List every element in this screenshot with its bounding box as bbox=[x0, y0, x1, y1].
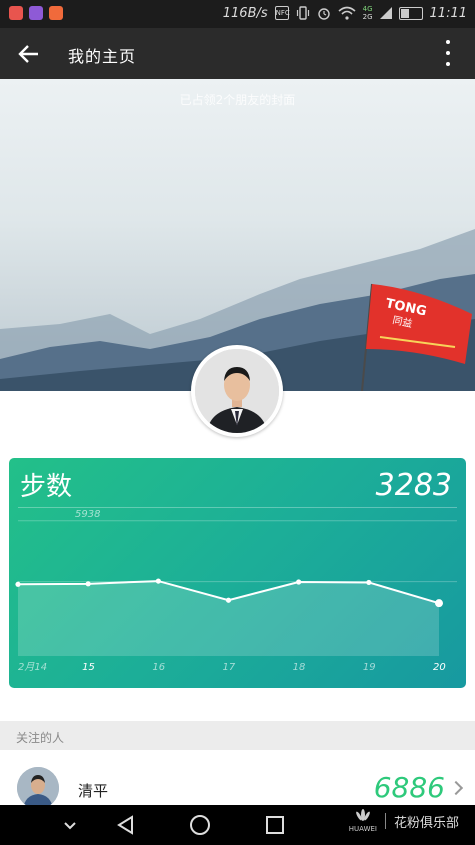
chart-tick-label: 2月14 bbox=[18, 662, 47, 673]
friend-photo-image bbox=[17, 767, 59, 809]
steps-label: 步数 bbox=[20, 472, 73, 502]
person-photo-image bbox=[195, 349, 279, 433]
chart-point bbox=[296, 579, 302, 585]
chart-max-label: 5938 bbox=[75, 509, 100, 520]
following-section-header: 关注的人 bbox=[0, 721, 475, 750]
list-item[interactable]: 清平 6886 bbox=[0, 750, 475, 809]
chart-tick-label: 16 bbox=[152, 662, 165, 673]
steps-card[interactable]: 步数 3283 5938 2月14 15 16 17 18 19 20 bbox=[9, 458, 466, 688]
chart-point bbox=[435, 599, 443, 608]
cover-caption: 已占领2个朋友的封面 bbox=[179, 93, 296, 107]
steps-value: 3283 bbox=[375, 468, 452, 503]
chevron-right-icon bbox=[448, 780, 464, 796]
status-bar: 116B/s NFC 4G 2G 11:11 bbox=[0, 0, 475, 28]
network-speed: 116B/s bbox=[222, 5, 268, 21]
signal-icon bbox=[379, 7, 392, 19]
chart-point bbox=[15, 581, 21, 587]
friend-steps: 6886 bbox=[373, 771, 445, 804]
chart-area bbox=[18, 581, 439, 656]
chart-tick-label: 18 bbox=[293, 662, 306, 673]
chart-point bbox=[85, 581, 91, 587]
friend-name: 清平 bbox=[78, 782, 109, 800]
more-vertical-icon[interactable] bbox=[445, 40, 451, 66]
profile-avatar[interactable] bbox=[191, 345, 283, 437]
recent-apps-icon[interactable] bbox=[263, 813, 287, 837]
clock: 11:11 bbox=[429, 5, 467, 21]
system-nav-bar: HUAWEI 花粉俱乐部 bbox=[0, 805, 475, 845]
following-header-label: 关注的人 bbox=[16, 731, 65, 745]
avatar bbox=[195, 349, 279, 433]
app-notification-icon bbox=[29, 6, 43, 20]
chart-tick-label: 15 bbox=[82, 662, 95, 673]
wifi-icon bbox=[338, 6, 356, 20]
network-type-top: 4G bbox=[362, 5, 373, 13]
page-title: 我的主页 bbox=[68, 47, 137, 66]
app-bar: 我的主页 bbox=[0, 28, 475, 79]
battery-icon bbox=[398, 6, 423, 20]
steps-chart: 5938 2月14 15 16 17 18 19 20 bbox=[15, 509, 457, 673]
alarm-icon bbox=[317, 8, 330, 20]
huawei-logo-icon bbox=[356, 809, 370, 821]
brand-name: 花粉俱乐部 bbox=[393, 815, 459, 831]
chart-tick-label: 20 bbox=[433, 662, 446, 673]
notification-icons bbox=[9, 6, 63, 20]
chart-tick-label: 19 bbox=[363, 662, 376, 673]
app-notification-icon bbox=[49, 6, 63, 20]
arrow-left-icon[interactable] bbox=[16, 41, 42, 67]
vibrate-icon bbox=[296, 6, 309, 20]
chart-point bbox=[225, 597, 232, 603]
chart-point bbox=[366, 579, 372, 586]
brand-maker: HUAWEI bbox=[348, 825, 377, 833]
chevron-down-icon[interactable] bbox=[58, 813, 82, 837]
app-notification-icon bbox=[9, 6, 23, 20]
home-circle-icon[interactable] bbox=[188, 813, 212, 837]
avatar bbox=[17, 767, 59, 809]
chart-tick-label: 17 bbox=[223, 662, 236, 673]
network-type-bottom: 2G bbox=[362, 13, 373, 21]
chart-point bbox=[155, 578, 161, 584]
brand-separator bbox=[384, 813, 386, 829]
back-triangle-icon[interactable] bbox=[114, 813, 138, 837]
nfc-icon: NFC bbox=[274, 6, 290, 20]
brand-watermark: HUAWEI 花粉俱乐部 bbox=[349, 809, 459, 833]
